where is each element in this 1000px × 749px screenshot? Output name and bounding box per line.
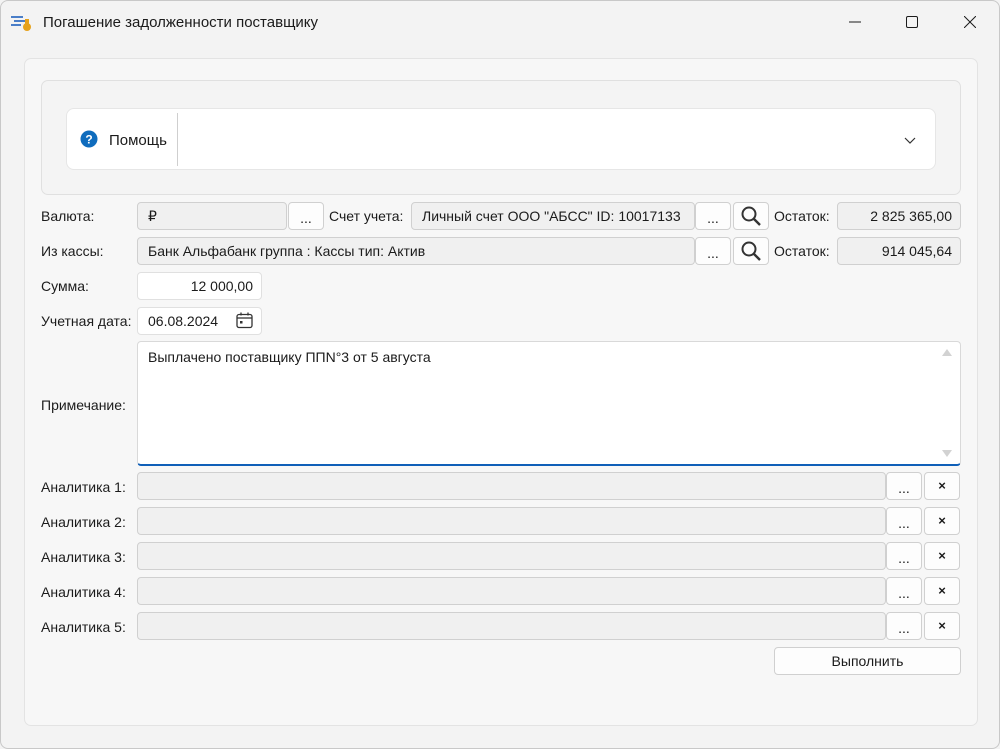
help-icon: ? [80,130,98,148]
dialog-window: Погашение задолженности поставщику ? Пом… [0,0,1000,749]
note-label: Примечание: [41,397,126,413]
analytics-4-label: Аналитика 4: [41,584,126,600]
note-textarea[interactable]: Выплачено поставщику ППN°3 от 5 августа [137,341,961,466]
analytics-1-clear-button[interactable]: × [924,472,960,500]
note-text: Выплачено поставщику ППN°3 от 5 августа [148,349,431,365]
account-search-button[interactable] [733,202,769,230]
sum-label: Сумма: [41,278,89,294]
search-icon [741,206,761,226]
account-field[interactable]: Личный счет ООО "АБСС" ID: 10017133 [411,202,695,230]
analytics-4-clear-button[interactable]: × [924,577,960,605]
account-balance-field: 2 825 365,00 [837,202,961,230]
cashbox-field[interactable]: Банк Альфабанк группа : Кассы тип: Актив [137,237,695,265]
analytics-2-clear-button[interactable]: × [924,507,960,535]
cashbox-select-button[interactable]: ... [695,237,731,265]
analytics-2-select-button[interactable]: ... [886,507,922,535]
account-select-button[interactable]: ... [695,202,731,230]
analytics-1-label: Аналитика 1: [41,479,126,495]
calendar-icon[interactable] [236,312,253,329]
cashbox-balance-field: 914 045,64 [837,237,961,265]
title-bar: Погашение задолженности поставщику [1,1,999,43]
currency-select-button[interactable]: ... [288,202,324,230]
account-balance-label: Остаток: [774,208,830,224]
execute-button[interactable]: Выполнить [774,647,961,675]
analytics-5-clear-button[interactable]: × [924,612,960,640]
search-icon [741,241,761,261]
analytics-4-field[interactable] [137,577,886,605]
help-divider [177,113,178,166]
minimize-button[interactable] [832,1,878,43]
scroll-up-arrow[interactable] [942,349,952,356]
window-title: Погашение задолженности поставщику [43,14,319,31]
account-label: Счет учета: [329,208,404,224]
maximize-icon [906,16,918,28]
analytics-3-select-button[interactable]: ... [886,542,922,570]
chevron-down-icon[interactable] [904,137,916,145]
analytics-1-select-button[interactable]: ... [886,472,922,500]
help-label: Помощь [109,132,167,149]
close-icon [964,16,976,28]
analytics-3-field[interactable] [137,542,886,570]
cashbox-balance-label: Остаток: [774,243,830,259]
analytics-2-field[interactable] [137,507,886,535]
app-icon [11,16,31,31]
minimize-icon [849,21,861,23]
analytics-3-clear-button[interactable]: × [924,542,960,570]
sum-input[interactable]: 12 000,00 [137,272,262,300]
analytics-3-label: Аналитика 3: [41,549,126,565]
currency-label: Валюта: [41,208,95,224]
analytics-2-label: Аналитика 2: [41,514,126,530]
cashbox-label: Из кассы: [41,243,104,259]
help-expander[interactable]: ? Помощь [66,108,936,170]
analytics-1-field[interactable] [137,472,886,500]
scroll-down-arrow[interactable] [942,450,952,457]
date-label: Учетная дата: [41,313,132,329]
analytics-5-label: Аналитика 5: [41,619,126,635]
maximize-button[interactable] [889,1,935,43]
analytics-5-select-button[interactable]: ... [886,612,922,640]
analytics-4-select-button[interactable]: ... [886,577,922,605]
cashbox-search-button[interactable] [733,237,769,265]
svg-text:?: ? [85,133,92,147]
currency-field[interactable]: ₽ [137,202,287,230]
analytics-5-field[interactable] [137,612,886,640]
close-button[interactable] [947,1,993,43]
